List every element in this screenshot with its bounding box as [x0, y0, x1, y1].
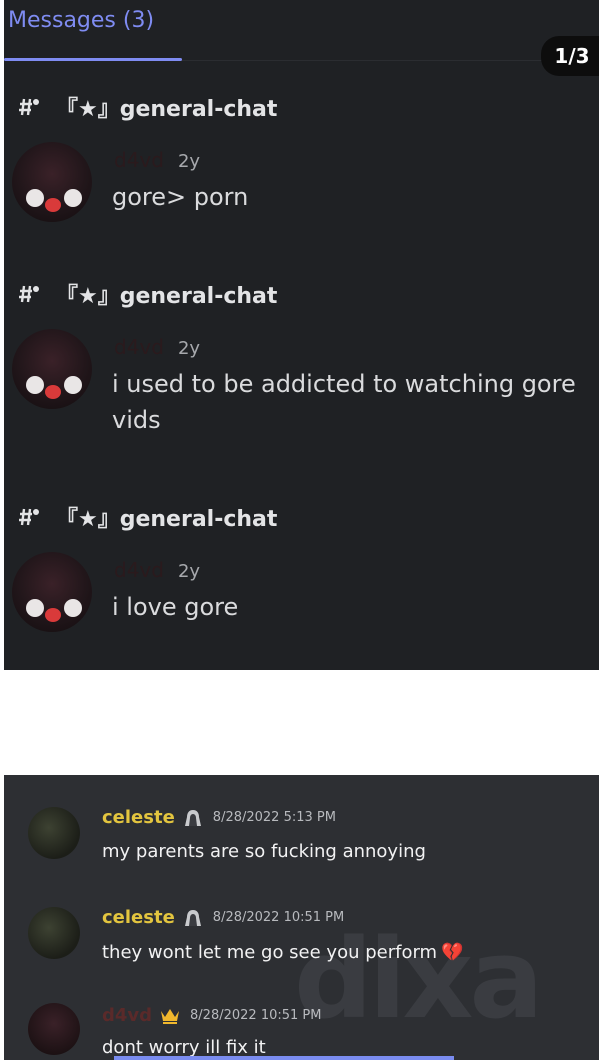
channel-hash-icon [19, 508, 39, 526]
author-name[interactable]: d4vd [102, 1005, 152, 1026]
hooded-figure-icon [184, 809, 201, 826]
avatar[interactable] [28, 1003, 80, 1055]
avatar[interactable] [28, 907, 80, 959]
author-name[interactable]: celeste [102, 907, 175, 928]
timestamp: 8/28/2022 10:51 PM [190, 1008, 322, 1023]
hooded-figure-icon [184, 909, 201, 926]
timestamp: 8/28/2022 5:13 PM [212, 810, 336, 825]
chat-panel: dixa celeste 8/28/2022 5:13 PM my parent… [4, 775, 599, 1060]
avatar[interactable] [12, 552, 92, 632]
channel-row: 『★』general-chat [18, 92, 277, 122]
message-text: they wont let me go see you perform 💔 [102, 942, 464, 963]
channel-name: 『★』general-chat [56, 97, 278, 122]
message-header: celeste 8/28/2022 10:51 PM [102, 907, 344, 928]
avatar[interactable] [28, 807, 80, 859]
message-body: they wont let me go see you perform [102, 942, 438, 963]
message-header: d4vd 2y [114, 558, 200, 582]
author-name[interactable]: d4vd [114, 335, 164, 359]
author-name[interactable]: d4vd [114, 148, 164, 172]
message-text: i love gore [112, 593, 239, 621]
avatar[interactable] [12, 329, 92, 409]
watermark: dixa [294, 915, 544, 1043]
message-text: my parents are so fucking annoying [102, 841, 426, 862]
image-gap [0, 670, 599, 776]
channel-hash-icon [19, 285, 39, 303]
message-age: 2y [177, 151, 201, 172]
broken-heart-icon: 💔 [441, 942, 464, 963]
results-header: Messages (3) [4, 0, 599, 61]
scrollbar[interactable] [114, 1056, 454, 1060]
message-header: d4vd 2y [114, 148, 200, 172]
message-age: 2y [177, 561, 201, 582]
message-header: celeste 8/28/2022 5:13 PM [102, 807, 336, 828]
author-name[interactable]: celeste [102, 807, 175, 828]
message-text: gore> porn [112, 183, 249, 211]
crown-icon [161, 1008, 180, 1024]
message-header: d4vd 8/28/2022 10:51 PM [102, 1005, 321, 1026]
channel-row: 『★』general-chat [18, 279, 277, 309]
message-text: dont worry ill fix it [102, 1037, 266, 1058]
search-results-panel: Messages (3) 1/3 『★』general-chat d4vd 2y… [4, 0, 599, 670]
channel-name: 『★』general-chat [56, 284, 278, 309]
avatar[interactable] [12, 142, 92, 222]
channel-hash-icon [19, 98, 39, 116]
author-name[interactable]: d4vd [114, 558, 164, 582]
timestamp: 8/28/2022 10:51 PM [212, 910, 345, 925]
message-age: 2y [177, 338, 201, 359]
messages-tab[interactable]: Messages (3) [8, 8, 154, 33]
page-indicator: 1/3 [541, 36, 599, 76]
active-tab-indicator [4, 58, 182, 61]
message-text: i used to be addicted to watching gore v… [112, 370, 576, 434]
channel-name: 『★』general-chat [56, 507, 278, 532]
channel-row: 『★』general-chat [18, 502, 277, 532]
message-header: d4vd 2y [114, 335, 200, 359]
